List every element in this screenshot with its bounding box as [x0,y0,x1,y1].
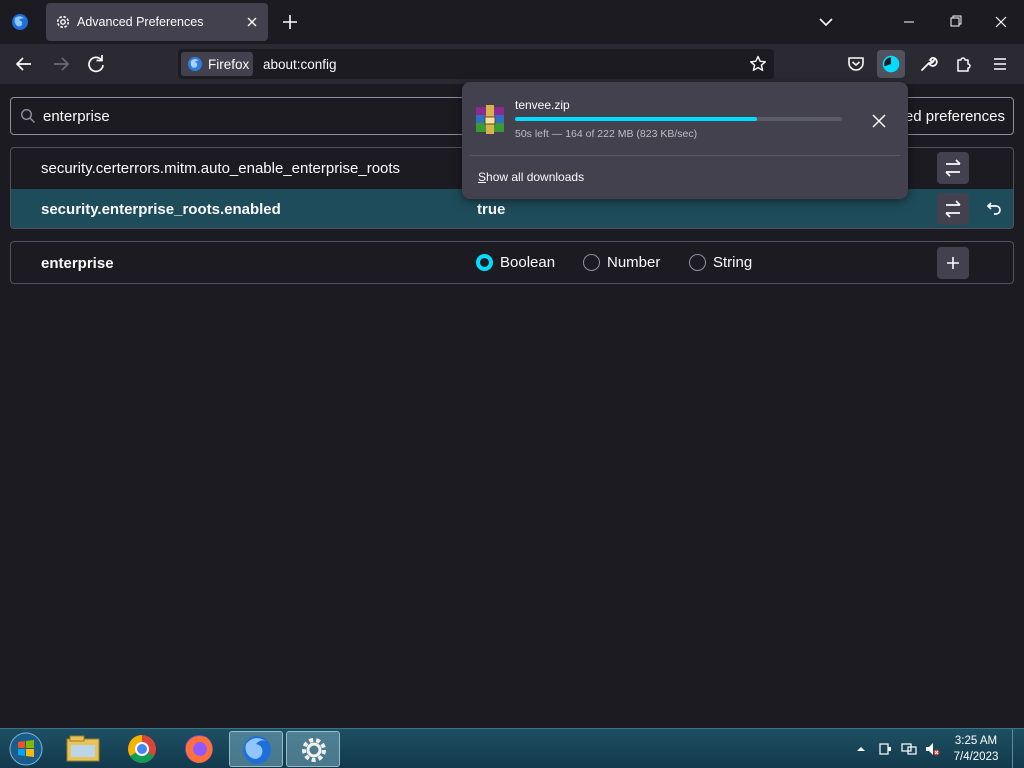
tray-device-icon[interactable] [877,741,893,757]
taskbar-explorer[interactable] [56,731,110,767]
clock-time: 3:25 AM [954,735,998,747]
new-tab-icon[interactable] [279,11,301,33]
windows-start-icon[interactable] [6,731,46,767]
gear-icon [56,15,70,29]
forward-arrow-icon[interactable] [47,50,75,78]
firefox-icon [185,735,213,763]
tab-advanced-preferences[interactable]: Advanced Preferences [46,3,268,41]
search-icon [20,108,35,123]
volume-muted-icon[interactable] [924,741,940,757]
taskbar-clock[interactable]: 3:25 AM 7/4/2023 [942,733,1010,765]
folder-icon [66,735,100,762]
chrome-icon [128,735,156,763]
firefox-view-icon[interactable] [10,12,30,32]
taskbar-settings[interactable] [286,731,340,767]
hamburger-menu-icon[interactable] [986,50,1014,78]
download-status: 50s left — 164 of 222 MB (823 KB/sec) [515,128,698,140]
radio-unchecked-icon[interactable] [583,254,600,271]
nav-bar: Firefox about:config [0,44,1024,84]
show-desktop-button[interactable] [1012,729,1024,768]
search-input[interactable]: enterprise [43,108,110,125]
toggle-arrows-icon [945,200,961,218]
winrar-archive-icon [476,105,504,134]
type-boolean-radio[interactable]: Boolean [476,254,555,271]
firefox-nightly-icon [243,736,271,764]
cancel-download-icon[interactable] [867,109,891,133]
pref-name: security.enterprise_roots.enabled [41,201,281,218]
tray-overflow-icon[interactable] [853,741,869,757]
settings-gear-icon [302,738,326,762]
close-tab-icon[interactable] [242,12,262,32]
download-filename: tenvee.zip [515,98,570,112]
toggle-arrows-icon [945,159,961,177]
downloads-button[interactable] [877,50,905,78]
tab-title: Advanced Preferences [77,15,204,29]
add-pref-button[interactable] [937,247,969,279]
extensions-icon[interactable] [950,50,978,78]
pref-value: true [477,201,506,218]
new-pref-name: enterprise [41,255,114,272]
url-text[interactable]: about:config [263,57,337,72]
toggle-button[interactable] [937,152,969,184]
chevron-down-icon[interactable] [815,11,837,33]
toggle-button[interactable] [937,193,969,225]
star-icon[interactable] [748,54,768,74]
download-progress-bar [515,117,842,121]
windows-taskbar: 3:25 AM 7/4/2023 [0,728,1024,768]
minimize-icon[interactable] [886,8,932,36]
plus-icon [947,257,959,269]
panel-divider [470,155,900,156]
window-close-icon[interactable] [978,8,1024,36]
undo-icon [986,202,1001,215]
add-pref-row: enterprise Boolean Number String [10,241,1014,284]
tab-bar: Advanced Preferences [0,0,1024,44]
restore-icon[interactable] [932,8,978,36]
url-bar[interactable]: Firefox about:config [178,49,774,79]
taskbar-chrome[interactable] [115,731,169,767]
radio-unchecked-icon[interactable] [689,254,706,271]
type-number-radio[interactable]: Number [583,254,660,271]
wrench-icon[interactable] [914,50,942,78]
show-all-downloads-button[interactable]: Show all downloads [478,170,584,184]
type-number-label: Number [607,254,661,271]
downloads-panel: tenvee.zip 50s left — 164 of 222 MB (823… [462,82,908,199]
identity-box[interactable]: Firefox [181,52,253,76]
type-string-radio[interactable]: String [689,254,752,271]
clock-date: 7/4/2023 [953,751,999,763]
reset-button[interactable] [977,193,1009,225]
reload-icon[interactable] [82,50,110,78]
network-icon[interactable] [901,741,917,757]
firefox-logo-icon [188,57,202,71]
show-modified-label[interactable]: fied preferences [897,108,1005,125]
identity-label: Firefox [208,57,250,72]
taskbar-firefox-developer[interactable] [229,731,283,767]
taskbar-firefox[interactable] [172,731,226,767]
download-progress-icon [882,55,900,73]
type-string-label: String [713,254,753,271]
type-boolean-label: Boolean [500,254,556,271]
download-progress-fill [515,117,757,121]
back-arrow-icon[interactable] [10,50,38,78]
pocket-icon[interactable] [842,50,870,78]
radio-checked-icon[interactable] [476,254,493,271]
pref-name: security.certerrors.mitm.auto_enable_ent… [41,160,401,177]
